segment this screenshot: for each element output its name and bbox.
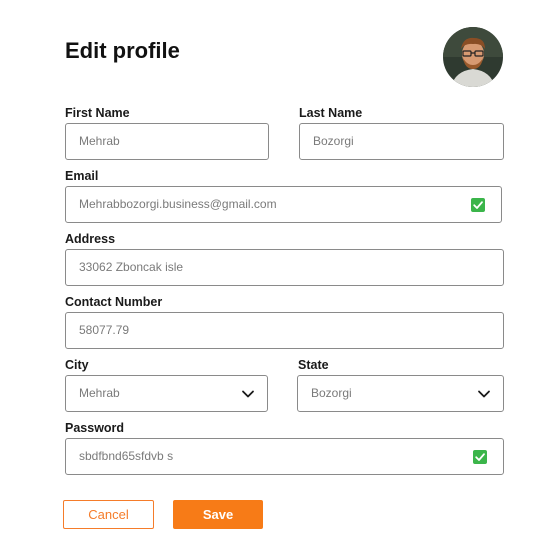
contact-number-label: Contact Number bbox=[65, 295, 163, 309]
chevron-down-icon bbox=[242, 390, 254, 398]
password-field[interactable]: sbdfbnd65sfdvb s bbox=[65, 438, 504, 475]
city-select[interactable]: Mehrab bbox=[65, 375, 268, 412]
address-label: Address bbox=[65, 232, 116, 246]
state-label: State bbox=[298, 358, 329, 372]
profile-avatar[interactable] bbox=[443, 27, 503, 87]
page-title: Edit profile bbox=[65, 38, 180, 63]
contact-number-value: 58077.79 bbox=[79, 323, 130, 337]
last-name-value: Bozorgi bbox=[313, 134, 354, 148]
first-name-field[interactable]: Mehrab bbox=[65, 123, 269, 160]
last-name-field[interactable]: Bozorgi bbox=[299, 123, 504, 160]
email-label: Email bbox=[65, 169, 99, 183]
state-value: Bozorgi bbox=[311, 386, 352, 400]
last-name-label: Last Name bbox=[299, 106, 363, 120]
cancel-button[interactable]: Cancel bbox=[63, 500, 154, 529]
address-value: 33062 Zboncak isle bbox=[79, 260, 184, 274]
password-valid-check-icon bbox=[473, 450, 487, 464]
address-field[interactable]: 33062 Zboncak isle bbox=[65, 249, 504, 286]
email-field[interactable]: Mehrabbozorgi.business@gmail.com bbox=[65, 186, 502, 223]
first-name-label: First Name bbox=[65, 106, 130, 120]
password-value: sbdfbnd65sfdvb s bbox=[79, 449, 174, 463]
contact-number-field[interactable]: 58077.79 bbox=[65, 312, 504, 349]
save-button[interactable]: Save bbox=[173, 500, 263, 529]
first-name-value: Mehrab bbox=[79, 134, 120, 148]
email-value: Mehrabbozorgi.business@gmail.com bbox=[79, 197, 277, 211]
email-verified-check-icon bbox=[471, 198, 485, 212]
chevron-down-icon bbox=[478, 390, 490, 398]
city-label: City bbox=[65, 358, 89, 372]
avatar-photo-icon bbox=[443, 27, 503, 87]
state-select[interactable]: Bozorgi bbox=[297, 375, 504, 412]
city-value: Mehrab bbox=[79, 386, 120, 400]
password-label: Password bbox=[65, 421, 125, 435]
